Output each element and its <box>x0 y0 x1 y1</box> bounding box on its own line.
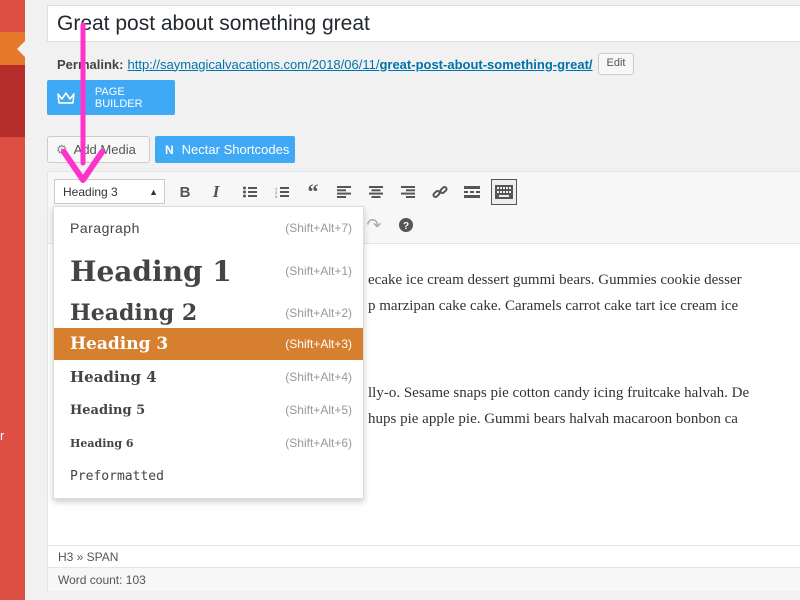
content-line: lly-o. Sesame snaps pie cotton candy ici… <box>368 385 750 401</box>
blockquote-icon[interactable]: “ <box>300 179 326 205</box>
italic-icon[interactable]: I <box>203 179 229 205</box>
help-icon[interactable]: ? <box>393 212 419 238</box>
menu-item-heading-2[interactable]: Heading 2 (Shift+Alt+2) <box>54 297 363 329</box>
content-line: p marzipan cake cake. Caramels carrot ca… <box>368 298 739 314</box>
permalink-label: Permalink: <box>57 56 124 72</box>
link-icon[interactable] <box>427 179 453 205</box>
nectar-shortcodes-button[interactable]: N Nectar Shortcodes <box>155 136 295 163</box>
menu-item-label: Heading 3 <box>70 334 169 354</box>
nectar-n-icon: N <box>165 142 174 157</box>
svg-text:3: 3 <box>275 194 278 198</box>
menu-item-shortcut: (Shift+Alt+2) <box>285 306 352 320</box>
post-title-input[interactable] <box>47 5 800 42</box>
crown-icon <box>57 91 75 104</box>
permalink-edit-button[interactable]: Edit <box>597 53 635 75</box>
word-count: Word count: 103 <box>48 567 800 591</box>
menu-item-heading-1[interactable]: Heading 1 (Shift+Alt+1) <box>54 245 363 297</box>
content-line: hups pie apple pie. Gummi bears halvah m… <box>368 411 738 427</box>
add-media-label: Add Media <box>73 142 136 157</box>
format-select[interactable]: Heading 3 ▲ <box>54 179 165 204</box>
menu-item-heading-4[interactable]: Heading 4 (Shift+Alt+4) <box>54 360 363 394</box>
nectar-shortcodes-label: Nectar Shortcodes <box>181 142 290 157</box>
menu-item-label: Heading 2 <box>70 300 198 326</box>
page-builder-button[interactable]: PAGE BUILDER <box>47 80 175 115</box>
menu-item-shortcut: (Shift+Alt+1) <box>285 264 352 278</box>
menu-item-label: Heading 6 <box>70 436 134 450</box>
align-right-icon[interactable] <box>395 179 421 205</box>
admin-sidebar: r <box>0 0 25 600</box>
format-dropdown-menu: Paragraph (Shift+Alt+7) Heading 1 (Shift… <box>53 206 364 499</box>
media-icon: ⚙ <box>56 141 68 157</box>
menu-item-label: Heading 5 <box>70 402 146 418</box>
align-left-icon[interactable] <box>331 179 357 205</box>
align-center-icon[interactable] <box>363 179 389 205</box>
caret-up-icon: ▲ <box>149 187 158 197</box>
menu-item-label: Heading 4 <box>70 368 157 386</box>
sidebar-active-notch <box>17 41 25 57</box>
sidebar-submenu[interactable] <box>0 65 25 137</box>
sidebar-partial-label: r <box>0 428 5 443</box>
menu-item-shortcut: (Shift+Alt+7) <box>285 221 352 235</box>
menu-item-heading-3[interactable]: Heading 3 (Shift+Alt+3) <box>54 328 363 360</box>
permalink-slug: great-post-about-something-great/ <box>379 56 593 72</box>
permalink-url-base: http://saymagicalvacations.com/2018/06/1… <box>127 56 380 72</box>
bullet-list-icon[interactable] <box>237 179 263 205</box>
menu-item-heading-6[interactable]: Heading 6 (Shift+Alt+6) <box>54 426 363 460</box>
permalink-link[interactable]: http://saymagicalvacations.com/2018/06/1… <box>127 57 592 72</box>
element-path[interactable]: H3 » SPAN <box>48 545 800 567</box>
numbered-list-icon[interactable]: 123 <box>269 179 295 205</box>
read-more-icon[interactable] <box>459 179 485 205</box>
menu-item-shortcut: (Shift+Alt+3) <box>285 337 352 351</box>
content-line: ecake ice cream dessert gummi bears. Gum… <box>368 272 742 288</box>
redo-icon[interactable]: ↷ <box>361 212 387 238</box>
menu-item-preformatted[interactable]: Preformatted <box>54 460 363 492</box>
page-builder-label: PAGE BUILDER <box>94 85 143 110</box>
format-select-value: Heading 3 <box>63 184 118 199</box>
menu-item-label: Preformatted <box>70 468 164 484</box>
menu-item-label: Paragraph <box>70 220 140 236</box>
permalink-row: Permalink: http://saymagicalvacations.co… <box>57 53 635 75</box>
menu-item-label: Heading 1 <box>70 254 232 288</box>
menu-item-paragraph[interactable]: Paragraph (Shift+Alt+7) <box>54 211 363 245</box>
menu-item-shortcut: (Shift+Alt+4) <box>285 370 352 384</box>
menu-item-heading-5[interactable]: Heading 5 (Shift+Alt+5) <box>54 394 363 426</box>
menu-item-shortcut: (Shift+Alt+5) <box>285 403 352 417</box>
toolbar-toggle-icon[interactable] <box>491 179 517 205</box>
bold-icon[interactable]: B <box>172 179 198 205</box>
svg-text:?: ? <box>403 221 409 232</box>
add-media-button[interactable]: ⚙ Add Media <box>47 136 150 163</box>
menu-item-shortcut: (Shift+Alt+6) <box>285 436 352 450</box>
